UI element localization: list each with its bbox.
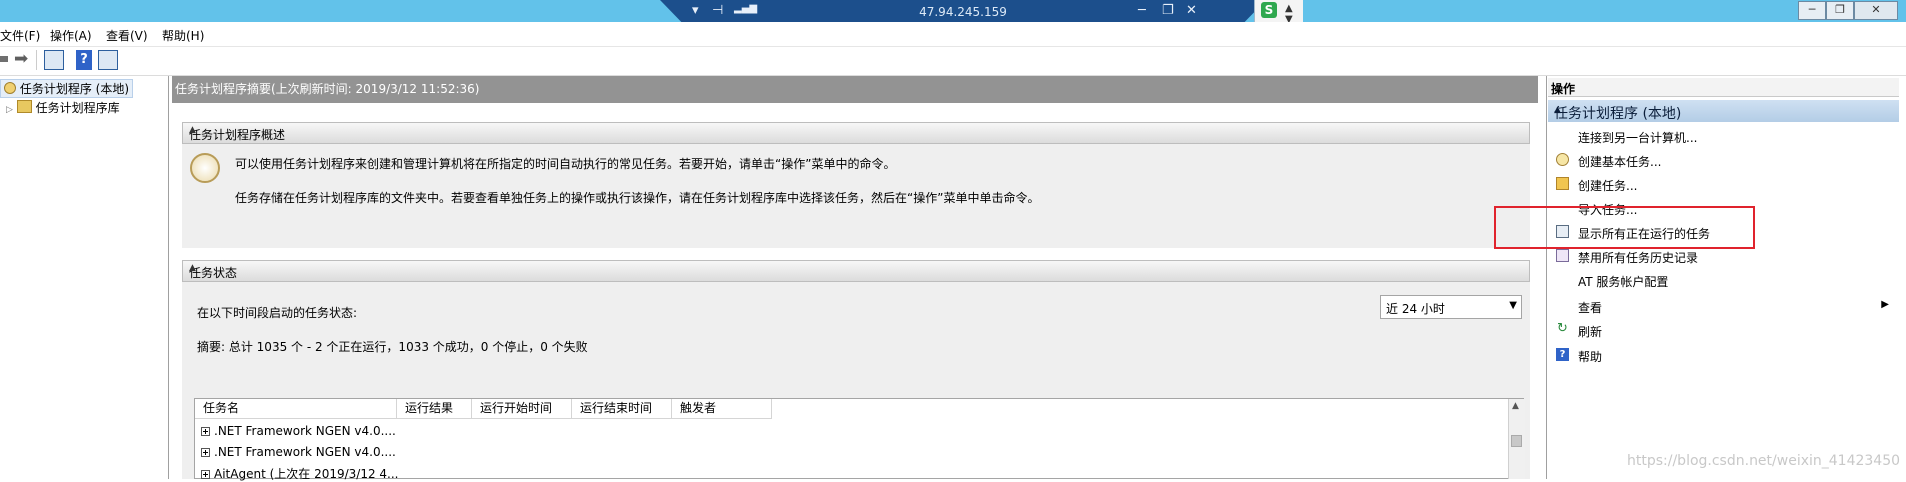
status-summary: 摘要: 总计 1035 个 - 2 个正在运行，1033 个成功，0 个停止，0…: [197, 340, 588, 354]
task-scheduler-clock-icon: [190, 153, 220, 183]
column-header-task-name[interactable]: 任务名: [195, 399, 397, 419]
chevron-right-icon[interactable]: ▶: [1881, 299, 1889, 310]
menu-help[interactable]: 帮助(H): [162, 27, 204, 44]
action-refresh[interactable]: ↻ 刷新: [1548, 318, 1899, 342]
console-tree: 任务计划程序 (本地) ▷ 任务计划程序库: [0, 76, 169, 479]
action-label: 创建基本任务...: [1578, 155, 1662, 169]
overview-line1: 可以使用任务计划程序来创建和管理计算机将在所指定的时间自动执行的常见任务。若要开…: [235, 157, 896, 171]
expand-row-icon[interactable]: [201, 470, 210, 479]
summary-title-bar: 任务计划程序摘要(上次刷新时间: 2019/3/12 11:52:36): [172, 76, 1538, 103]
sogou-ime-icon: S: [1261, 2, 1277, 18]
action-label: 创建任务...: [1578, 179, 1638, 193]
close-button[interactable]: ✕: [1854, 1, 1898, 20]
summary-title: 任务计划程序摘要(上次刷新时间: 2019/3/12 11:52:36): [175, 82, 480, 96]
clock-icon: [4, 82, 16, 94]
action-create-basic-task[interactable]: 创建基本任务...: [1548, 148, 1899, 172]
collapse-icon[interactable]: ▲: [189, 125, 1523, 135]
expand-row-icon[interactable]: [201, 427, 210, 436]
action-help[interactable]: ? 帮助: [1548, 343, 1899, 367]
remote-ip: 47.94.245.159: [919, 5, 1007, 19]
column-header-start-time[interactable]: 运行开始时间: [472, 399, 572, 419]
action-label: 连接到另一台计算机...: [1578, 131, 1698, 145]
column-header-trigger[interactable]: 触发者: [672, 399, 772, 419]
show-hide-console-tree-icon[interactable]: [44, 50, 64, 70]
chevron-down-icon[interactable]: ▼: [1509, 300, 1517, 311]
action-label: AT 服务帐户配置: [1578, 275, 1669, 289]
watermark: https://blog.csdn.net/weixin_41423450: [1627, 453, 1901, 469]
collapse-icon[interactable]: ▲: [1554, 105, 1891, 115]
refresh-icon: ↻: [1557, 321, 1568, 336]
expand-arrow-icon[interactable]: ▷: [6, 105, 13, 115]
table-row[interactable]: .NET Framework NGEN v4.0....: [201, 445, 396, 459]
action-label: 禁用所有任务历史记录: [1578, 251, 1699, 265]
period-select[interactable]: 近 24 小时 ▼: [1380, 295, 1522, 319]
period-value: 近 24 小时: [1386, 302, 1445, 316]
status-prompt: 在以下时间段启动的任务状态:: [197, 306, 358, 320]
task-create-icon: [1556, 177, 1569, 190]
overview-panel: 可以使用任务计划程序来创建和管理计算机将在所指定的时间自动执行的常见任务。若要开…: [182, 144, 1530, 248]
collapse-icon[interactable]: ▲: [189, 263, 1523, 273]
tree-root-label: 任务计划程序 (本地): [19, 82, 130, 96]
column-header-result[interactable]: 运行结果: [397, 399, 472, 419]
action-at-service-config[interactable]: AT 服务帐户配置: [1548, 268, 1899, 292]
menu-bar: 文件(F) 操作(A) 查看(V) 帮助(H): [0, 22, 1906, 47]
scroll-thumb[interactable]: [1511, 435, 1522, 447]
minimize-button[interactable]: ─: [1798, 1, 1826, 20]
scroll-up-icon[interactable]: ▲: [1512, 401, 1519, 411]
folder-icon: [16, 100, 32, 113]
table-scrollbar[interactable]: ▲: [1508, 399, 1525, 479]
toolbar-separator: [36, 50, 37, 70]
tree-library-label: 任务计划程序库: [35, 101, 120, 115]
close-remote-icon[interactable]: ✕: [1186, 3, 1197, 18]
menu-view[interactable]: 查看(V): [106, 27, 148, 44]
ime-indicator[interactable]: S ▲ ▼: [1254, 0, 1303, 25]
expand-row-icon[interactable]: [201, 448, 210, 457]
overview-line2: 任务存储在任务计划程序库的文件夹中。若要查看单独任务上的操作或执行该操作，请在任…: [235, 191, 1040, 205]
actions-header: 操作: [1548, 78, 1899, 97]
column-header-end-time[interactable]: 运行结束时间: [572, 399, 672, 419]
task-status-table: 任务名 运行结果 运行开始时间 运行结束时间 触发者 .NET Framewor…: [194, 398, 1524, 482]
tree-item-root[interactable]: 任务计划程序 (本地): [0, 79, 134, 98]
table-row[interactable]: .NET Framework NGEN v4.0....: [201, 424, 396, 438]
restore-remote-icon[interactable]: ❐: [1162, 3, 1174, 18]
clock-wizard-icon: [1556, 153, 1569, 166]
forward-icon[interactable]: ➡: [14, 49, 34, 69]
toolbar: ➡ ?: [0, 47, 1906, 76]
history-icon: [1556, 249, 1569, 262]
task-name: .NET Framework NGEN v4.0....: [214, 424, 396, 438]
actions-header-label: 操作: [1551, 82, 1576, 96]
restore-button[interactable]: ❐: [1826, 1, 1854, 20]
back-icon[interactable]: [0, 56, 8, 62]
action-label: 查看: [1578, 301, 1603, 315]
help-icon: ?: [1556, 348, 1569, 361]
action-view[interactable]: 查看 ▶: [1548, 294, 1899, 318]
overview-header[interactable]: 任务计划程序概述 ▲: [182, 122, 1530, 144]
action-connect[interactable]: 连接到另一台计算机...: [1548, 124, 1899, 148]
menu-file[interactable]: 文件(F): [0, 27, 40, 44]
menu-action[interactable]: 操作(A): [50, 27, 92, 44]
tree-item-library[interactable]: ▷ 任务计划程序库: [6, 99, 120, 116]
show-hide-action-pane-icon[interactable]: [98, 50, 118, 70]
actions-section-header[interactable]: 任务计划程序 (本地) ▲: [1548, 100, 1899, 122]
help-toolbar-icon[interactable]: ?: [76, 50, 92, 70]
task-name: .NET Framework NGEN v4.0....: [214, 445, 396, 459]
action-label: 帮助: [1578, 350, 1603, 364]
status-header[interactable]: 任务状态 ▲: [182, 260, 1530, 282]
action-create-task[interactable]: 创建任务...: [1548, 172, 1899, 196]
action-label: 刷新: [1578, 325, 1603, 339]
table-row[interactable]: AitAgent (上次在 2019/3/12 4...: [201, 465, 399, 482]
annotation-highlight-box: [1494, 206, 1755, 249]
minimize-remote-icon[interactable]: ─: [1138, 3, 1146, 18]
